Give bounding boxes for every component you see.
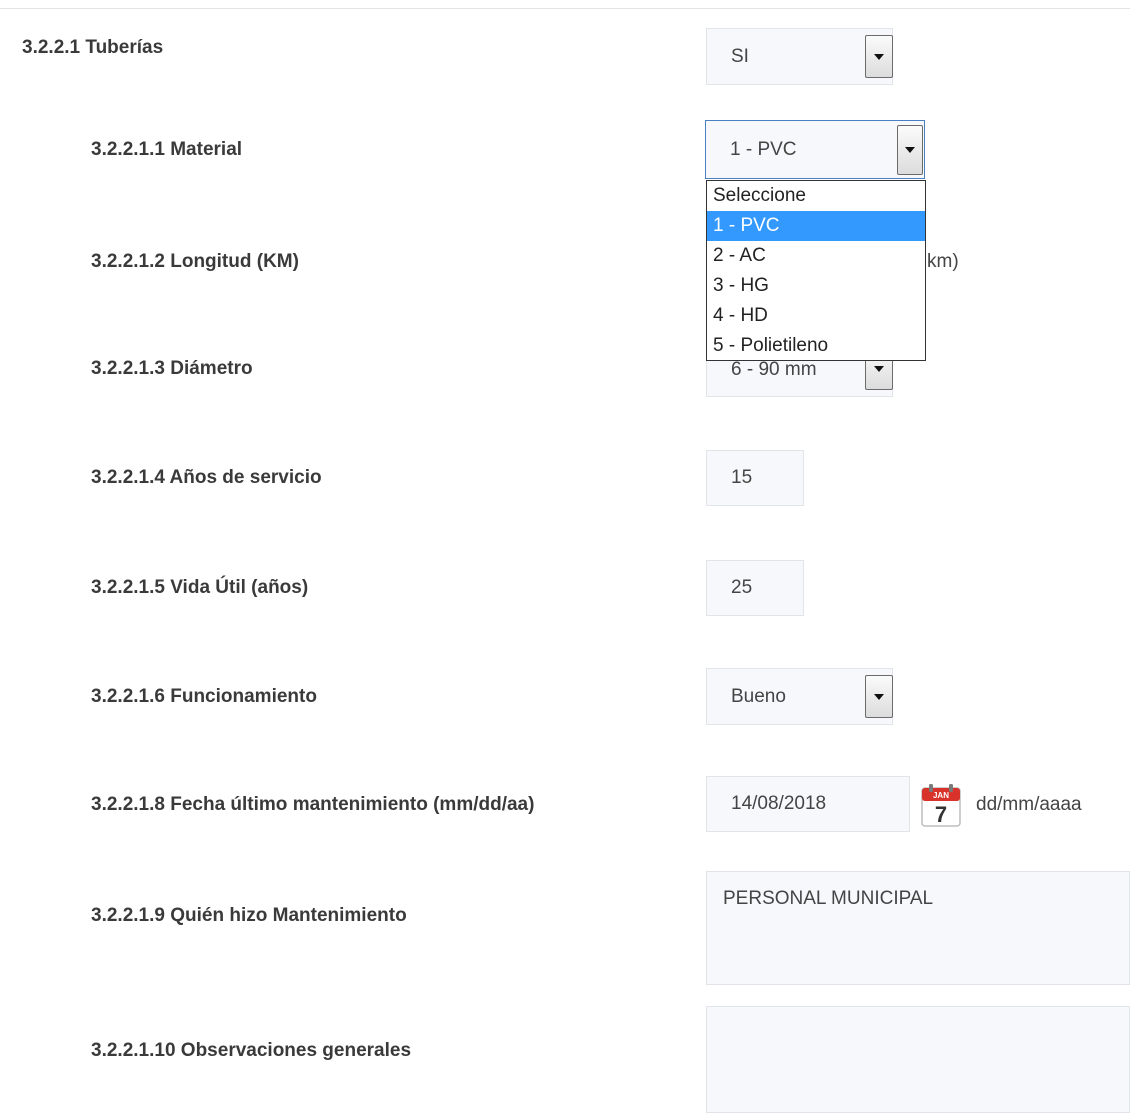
calendar-day-text: 7 bbox=[935, 802, 947, 827]
material-option[interactable]: 4 - HD bbox=[707, 301, 925, 331]
longitud-unit: km) bbox=[927, 251, 959, 272]
fecha-mantenimiento-value: 14/08/2018 bbox=[731, 793, 827, 814]
vida-util-label: 3.2.2.1.5 Vida Útil (años) bbox=[91, 577, 309, 598]
calendar-month-text: JAN bbox=[933, 791, 949, 800]
material-dropdown-list[interactable]: Seleccione 1 - PVC 2 - AC 3 - HG 4 - HD … bbox=[706, 180, 926, 361]
diametro-label: 3.2.2.1.3 Diámetro bbox=[91, 358, 253, 379]
chevron-down-icon bbox=[874, 365, 884, 372]
observaciones-textarea[interactable] bbox=[706, 1006, 1130, 1113]
top-divider bbox=[0, 8, 1130, 9]
material-option-selected[interactable]: 1 - PVC bbox=[707, 211, 925, 241]
funcionamiento-value: Bueno bbox=[731, 685, 786, 707]
chevron-down-icon bbox=[874, 53, 884, 60]
longitud-label: 3.2.2.1.2 Longitud (KM) bbox=[91, 251, 299, 272]
material-dropdown-button[interactable] bbox=[897, 125, 923, 175]
anos-servicio-input[interactable]: 15 bbox=[706, 450, 804, 506]
material-select[interactable]: 1 - PVC bbox=[705, 120, 925, 179]
chevron-down-icon bbox=[874, 693, 884, 700]
funcionamiento-label: 3.2.2.1.6 Funcionamiento bbox=[91, 686, 317, 707]
tuberias-value: SI bbox=[731, 45, 749, 67]
tuberias-dropdown-button[interactable] bbox=[865, 35, 893, 78]
vida-util-value: 25 bbox=[731, 577, 753, 598]
chevron-down-icon bbox=[905, 147, 915, 153]
funcionamiento-dropdown-button[interactable] bbox=[865, 675, 893, 718]
anos-servicio-label: 3.2.2.1.4 Años de servicio bbox=[91, 467, 322, 488]
fecha-mantenimiento-input[interactable]: 14/08/2018 bbox=[706, 776, 910, 832]
tuberias-label: 3.2.2.1 Tuberías bbox=[22, 37, 164, 58]
quien-mantenimiento-value: PERSONAL MUNICIPAL bbox=[723, 888, 934, 909]
material-option[interactable]: 2 - AC bbox=[707, 241, 925, 271]
material-option[interactable]: Seleccione bbox=[707, 181, 925, 211]
diametro-value: 6 - 90 mm bbox=[731, 359, 817, 380]
material-value: 1 - PVC bbox=[730, 138, 797, 160]
material-option[interactable]: 5 - Polietileno bbox=[707, 331, 925, 361]
material-option[interactable]: 3 - HG bbox=[707, 271, 925, 301]
quien-mantenimiento-textarea[interactable]: PERSONAL MUNICIPAL bbox=[706, 871, 1130, 985]
vida-util-input[interactable]: 25 bbox=[706, 560, 804, 616]
material-label: 3.2.2.1.1 Material bbox=[91, 139, 243, 160]
quien-mantenimiento-label: 3.2.2.1.9 Quién hizo Mantenimiento bbox=[91, 905, 407, 926]
funcionamiento-select[interactable]: Bueno bbox=[706, 668, 893, 725]
calendar-icon[interactable]: JAN 7 bbox=[918, 782, 964, 828]
anos-servicio-value: 15 bbox=[731, 467, 753, 488]
fecha-format-hint: dd/mm/aaaa bbox=[976, 794, 1082, 815]
tuberias-select[interactable]: SI bbox=[706, 28, 893, 85]
fecha-mantenimiento-label: 3.2.2.1.8 Fecha último mantenimiento (mm… bbox=[91, 794, 535, 815]
observaciones-label: 3.2.2.1.10 Observaciones generales bbox=[91, 1040, 412, 1061]
